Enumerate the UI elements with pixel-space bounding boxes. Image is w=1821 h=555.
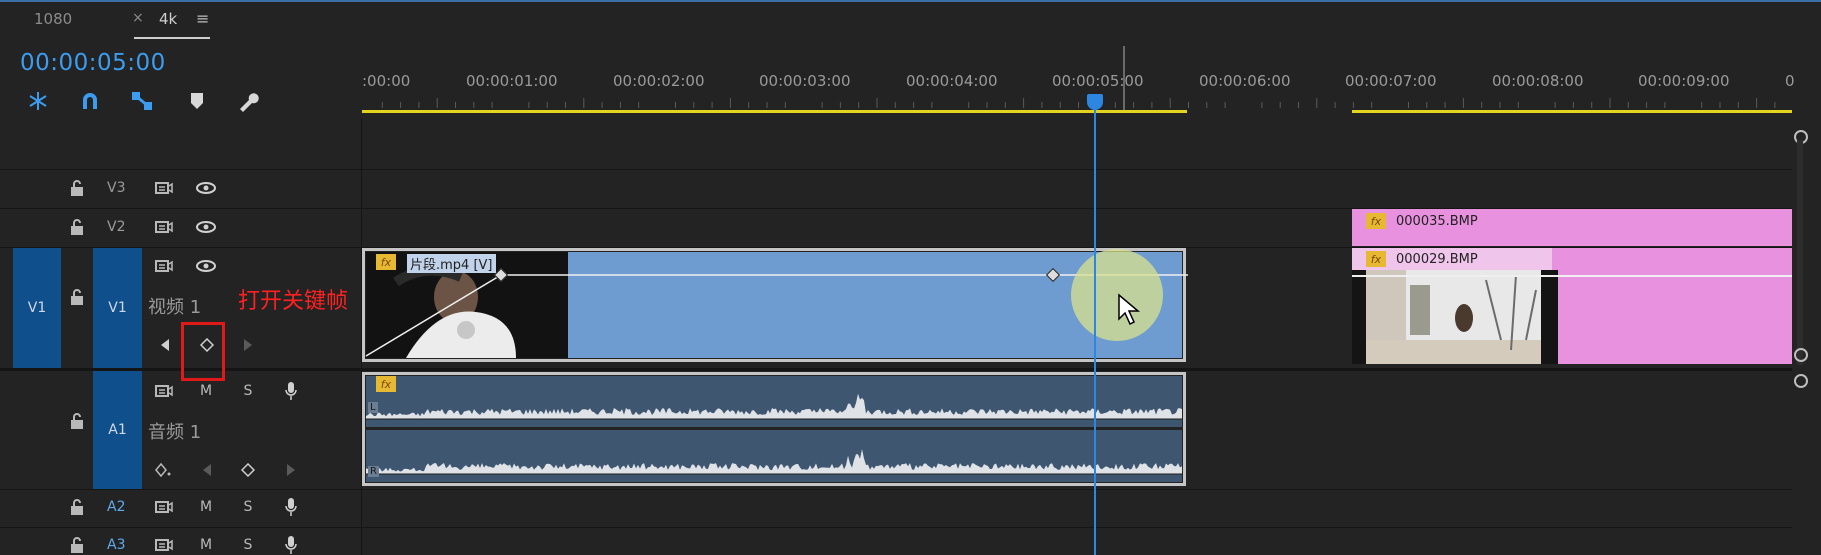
track-label-a3[interactable]: A3 xyxy=(107,537,125,553)
left-channel-label: L xyxy=(368,402,378,413)
playhead-line[interactable] xyxy=(1094,96,1096,555)
fx-badge[interactable]: fx xyxy=(376,376,396,392)
vertical-scrollbar[interactable] xyxy=(1797,140,1803,365)
opacity-rubber-band[interactable] xyxy=(362,248,1192,362)
playhead-handle[interactable] xyxy=(1087,94,1103,110)
eye-icon[interactable] xyxy=(195,256,217,276)
snap-icon[interactable] xyxy=(26,89,50,113)
premiere-timeline-panel: 1080 × 4k ≡ 00:00:05:00 :00:00 00:00:01:… xyxy=(0,0,1821,555)
scroll-handle[interactable] xyxy=(1794,348,1808,362)
track-name-v1[interactable]: 视频 1 xyxy=(148,293,201,319)
work-area-bar[interactable] xyxy=(1352,110,1792,113)
lock-track-icon[interactable] xyxy=(66,411,88,431)
add-keyframe-icon[interactable] xyxy=(237,460,259,480)
track-divider xyxy=(0,489,1792,490)
add-marker-icon[interactable] xyxy=(185,89,209,113)
sync-lock-icon[interactable] xyxy=(153,256,175,276)
lock-track-icon[interactable] xyxy=(66,217,88,237)
eye-icon[interactable] xyxy=(195,178,217,198)
tab-1080[interactable]: 1080 xyxy=(34,10,72,28)
annotation-highlight-box xyxy=(181,322,225,381)
scroll-handle[interactable] xyxy=(1794,374,1808,388)
active-tab-indicator xyxy=(134,37,210,39)
image-clip-name: 000035.BMP xyxy=(1396,214,1478,229)
mute-button[interactable]: M xyxy=(195,497,217,517)
next-keyframe-icon[interactable] xyxy=(237,335,259,355)
work-area-bar[interactable] xyxy=(362,110,1187,113)
image-clip-gap xyxy=(1352,270,1366,364)
tab-4k[interactable]: 4k xyxy=(159,10,177,28)
track-target-a1[interactable]: A1 xyxy=(93,371,142,489)
microphone-icon[interactable] xyxy=(280,381,302,401)
audio-waveform-right xyxy=(366,430,1182,482)
lock-track-icon[interactable] xyxy=(66,287,88,307)
image-clip-thumbnail xyxy=(1366,270,1558,364)
eye-icon[interactable] xyxy=(195,217,217,237)
fx-badge[interactable]: fx xyxy=(1366,251,1386,267)
playhead-timecode[interactable]: 00:00:05:00 xyxy=(20,50,166,76)
track-target-v1[interactable]: V1 xyxy=(93,248,142,368)
sync-lock-icon[interactable] xyxy=(153,178,175,198)
opacity-rubber-band[interactable] xyxy=(1352,275,1792,277)
waveform-shape xyxy=(366,393,1182,419)
right-channel-label: R xyxy=(368,466,379,477)
image-clip-name: 000029.BMP xyxy=(1396,252,1478,267)
sync-lock-icon[interactable] xyxy=(153,217,175,237)
mute-button[interactable]: M xyxy=(195,381,217,401)
lock-track-icon[interactable] xyxy=(66,178,88,198)
previous-keyframe-icon[interactable] xyxy=(154,335,176,355)
sync-lock-icon[interactable] xyxy=(153,535,175,555)
microphone-icon[interactable] xyxy=(280,535,302,555)
lock-track-icon[interactable] xyxy=(66,535,88,555)
track-label-v2[interactable]: V2 xyxy=(107,219,125,235)
keyframe-property-icon[interactable] xyxy=(153,460,175,480)
close-tab-icon[interactable]: × xyxy=(132,10,144,26)
fx-badge[interactable]: fx xyxy=(1366,213,1386,229)
linked-selection-icon[interactable] xyxy=(130,89,154,113)
time-ruler[interactable]: :00:00 00:00:01:00 00:00:02:00 00:00:03:… xyxy=(362,58,1795,118)
track-label-v3[interactable]: V3 xyxy=(107,180,125,196)
video-audio-divider xyxy=(0,368,1792,371)
ruler-ticks xyxy=(381,98,1776,108)
track-divider xyxy=(0,169,1792,170)
source-patch-v1[interactable]: V1 xyxy=(13,248,61,368)
mute-button[interactable]: M xyxy=(195,535,217,555)
sync-lock-icon[interactable] xyxy=(153,497,175,517)
solo-button[interactable]: S xyxy=(237,535,259,555)
lock-track-icon[interactable] xyxy=(66,497,88,517)
panel-menu-icon[interactable]: ≡ xyxy=(196,9,209,28)
sync-lock-icon[interactable] xyxy=(153,381,175,401)
solo-button[interactable]: S xyxy=(237,497,259,517)
panel-top-border xyxy=(0,0,1821,2)
next-keyframe-icon[interactable] xyxy=(280,460,302,480)
solo-button[interactable]: S xyxy=(237,381,259,401)
magnet-icon[interactable] xyxy=(78,89,102,113)
track-name-a1[interactable]: 音频 1 xyxy=(148,418,201,444)
mouse-pointer-icon xyxy=(1118,293,1141,326)
waveform-shape xyxy=(366,449,1182,474)
hover-time-indicator xyxy=(1123,46,1125,110)
microphone-icon[interactable] xyxy=(280,497,302,517)
track-divider xyxy=(0,527,1792,528)
wrench-icon[interactable] xyxy=(236,89,260,113)
audio-waveform-left xyxy=(366,376,1182,427)
previous-keyframe-icon[interactable] xyxy=(196,460,218,480)
annotation-text: 打开关键帧 xyxy=(238,289,349,314)
track-label-a2[interactable]: A2 xyxy=(107,499,125,515)
